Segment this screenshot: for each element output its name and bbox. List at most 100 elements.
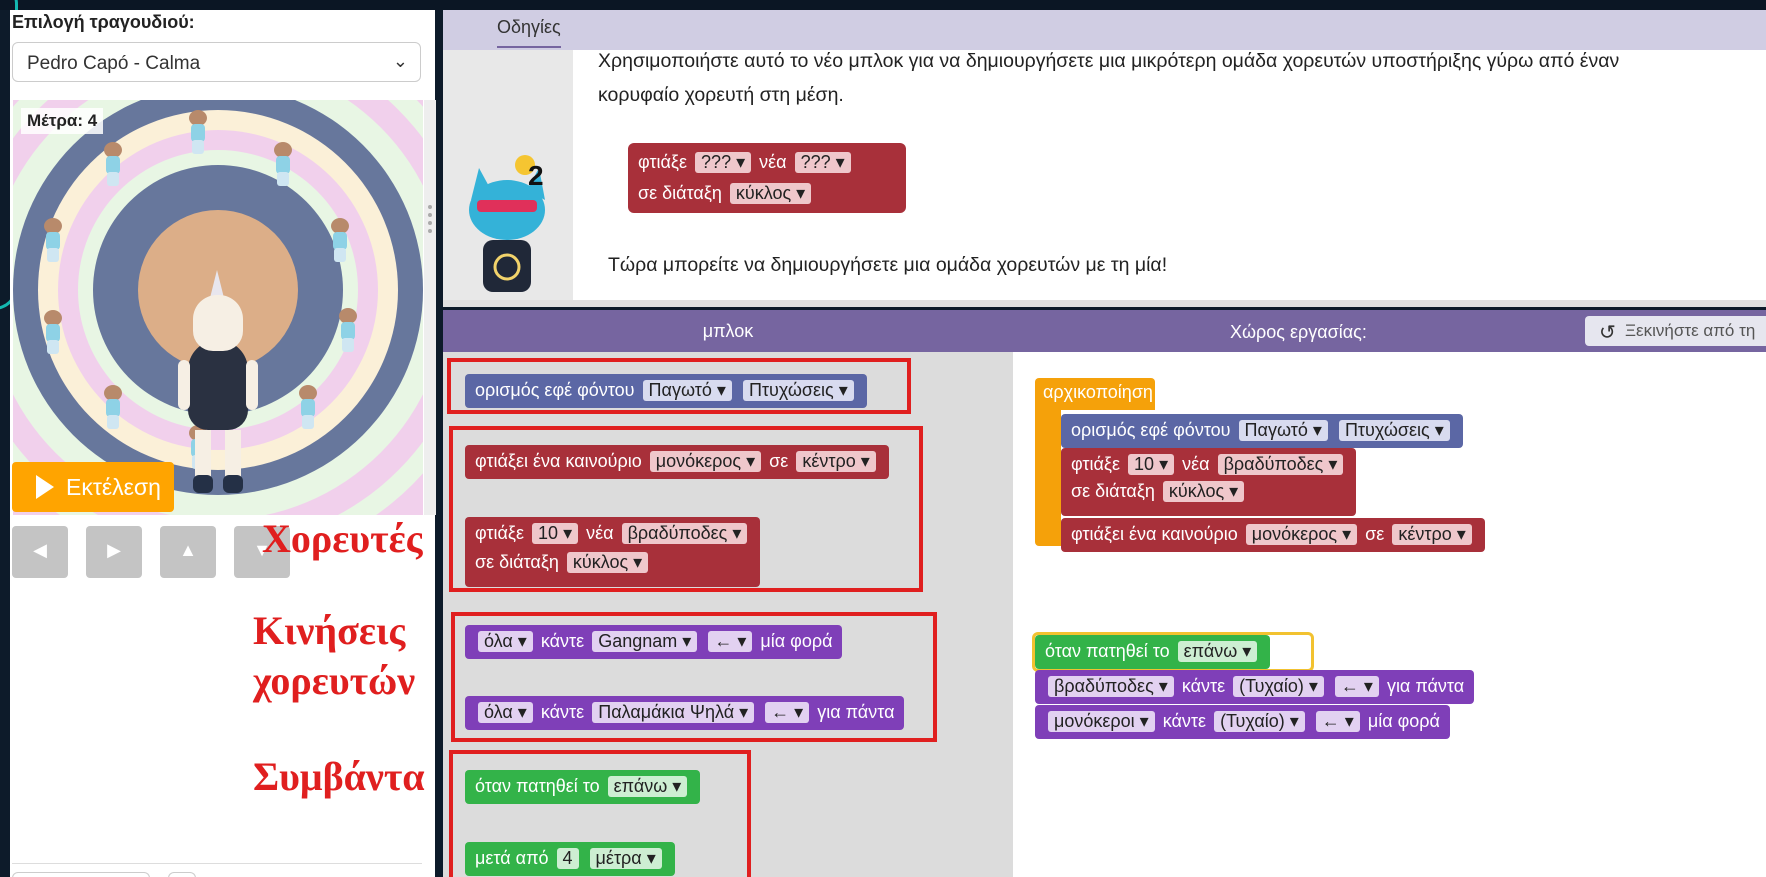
sloth-dancer [38, 218, 68, 264]
ws-block-unicorns-move[interactable]: μονόκεροι ▾ κάντε (Τυχαίο) ▾ ← ▾ μία φορ… [1035, 705, 1450, 739]
block-label: ορισμός εφέ φόντου [1071, 420, 1231, 440]
block-label: σε διάταξη [1071, 481, 1155, 501]
block-label: όταν πατηθεί το [1045, 641, 1170, 661]
example-make-label: φτιάξε [638, 152, 688, 172]
sloth-dancer [293, 385, 323, 431]
resize-handle[interactable] [428, 205, 432, 233]
block-dropdown[interactable]: μονόκερος ▾ [1245, 524, 1358, 545]
measure-counter: Μέτρα: 4 [21, 108, 104, 134]
song-label: Επιλογή τραγουδιού: [12, 12, 195, 32]
annotation-moves-line-2: χορευτών [253, 658, 416, 703]
block-dropdown[interactable]: (Τυχαίο) ▾ [1233, 676, 1324, 697]
highlight-box [451, 612, 937, 742]
unicorn-dancer-body [188, 340, 248, 430]
tab-instructions[interactable]: Οδηγίες [497, 17, 561, 48]
right-arrow-button[interactable]: ▶ [86, 526, 142, 578]
run-button-label: Εκτέλεση [66, 474, 161, 500]
ws-block-when-pressed[interactable]: όταν πατηθεί το επάνω ▾ [1035, 635, 1271, 669]
annotation-dancers: Χορευτές [262, 516, 423, 561]
reset-button[interactable]: ↺ Ξεκινήστε από τη [1585, 316, 1766, 346]
block-dropdown[interactable]: 10 ▾ [1128, 454, 1175, 475]
play-icon [36, 475, 54, 499]
block-dropdown[interactable]: επάνω ▾ [1177, 641, 1258, 662]
block-label: φτιάξει ένα καινούριο [1071, 524, 1238, 544]
block-dropdown[interactable]: ← ▾ [1315, 711, 1360, 732]
run-button[interactable]: Εκτέλεση [12, 462, 174, 512]
example-circle-dropdown[interactable]: κύκλος ▾ [729, 183, 812, 204]
instructions-text-2: Τώρα μπορείτε να δημιουργήσετε μια ομάδα… [608, 254, 1168, 276]
bottom-control[interactable] [168, 872, 196, 877]
sloth-dancer [98, 142, 128, 188]
toolbox: ορισμός εφέ φόντου Παγωτό ▾ Πτυχώσεις ▾ … [443, 352, 1013, 877]
block-dropdown[interactable]: μονόκεροι ▾ [1048, 711, 1155, 732]
dance-stage: Μέτρα: 4 [13, 100, 423, 515]
example-layout-label: σε διάταξη [638, 183, 722, 203]
up-arrow-button[interactable]: ▲ [160, 526, 216, 578]
unicorn-dancer-arm [246, 360, 258, 410]
highlight-box [449, 426, 923, 592]
sloth-dancer [325, 218, 355, 264]
bottom-control[interactable] [12, 872, 150, 877]
unicorn-dancer-leg [195, 430, 211, 478]
unicorn-dancer-foot [193, 475, 213, 493]
block-dropdown[interactable]: κέντρο ▾ [1392, 524, 1472, 545]
song-select[interactable]: Pedro Capó - Calma ⌄ [12, 42, 421, 82]
block-dropdown[interactable]: κύκλος ▾ [1162, 481, 1245, 502]
unicorn-dancer-leg [225, 430, 241, 478]
ws-block-bg-effect[interactable]: ορισμός εφέ φόντου Παγωτό ▾ Πτυχώσεις ▾ [1061, 414, 1463, 448]
workspace-title: Χώρος εργασίας: [1230, 322, 1367, 342]
stage-resize-gutter [424, 100, 436, 515]
block-label: νέα [1182, 454, 1210, 474]
left-panel: Επιλογή τραγουδιού: Pedro Capó - Calma ⌄ [10, 10, 436, 877]
resize-handle[interactable] [443, 300, 1766, 307]
sloth-dancer [38, 310, 68, 356]
reset-icon: ↺ [1599, 322, 1616, 344]
window-frame [0, 0, 1766, 10]
example-new-label: νέα [759, 152, 787, 172]
reset-button-label: Ξεκινήστε από τη [1625, 321, 1756, 340]
annotation-events: Συμβάντα [253, 754, 425, 799]
cat-avatar-icon [469, 155, 545, 292]
block-label: φτιάξε [1071, 454, 1121, 474]
block-label: μία φορά [1367, 711, 1440, 731]
instructions-text-line-2: κορυφαίο χορευτή στη μέση. [598, 84, 844, 106]
unicorn-dancer-arm [178, 360, 190, 410]
block-label: σε [1365, 524, 1385, 544]
instructions-panel: Οδηγίες 2 Χρησιμοποιήστε αυτό το νέο μπλ… [443, 10, 1766, 307]
workspace-header: Χώρος εργασίας: ↺ Ξεκινήστε από τη [1013, 310, 1766, 352]
ws-block-make-many[interactable]: φτιάξε 10 ▾ νέα βραδύποδες ▾ σε διάταξη … [1061, 448, 1357, 516]
left-arrow-button[interactable]: ◀ [12, 526, 68, 578]
sloth-dancer [98, 385, 128, 431]
block-dropdown[interactable]: βραδύποδες ▾ [1048, 676, 1174, 697]
sloth-dancer [183, 110, 213, 156]
avatar-area [443, 50, 573, 307]
unicorn-dancer-foot [223, 475, 243, 493]
unicorn-dancer-horn [210, 270, 224, 298]
divider [12, 863, 422, 864]
blocks-header: μπλοκ [443, 310, 1013, 352]
block-dropdown[interactable]: Παγωτό ▾ [1238, 420, 1328, 441]
chevron-down-icon: ⌄ [392, 51, 408, 71]
ws-block-make-one[interactable]: φτιάξει ένα καινούριο μονόκερος ▾ σε κέν… [1061, 518, 1485, 552]
song-selected-value: Pedro Capó - Calma [27, 53, 201, 74]
example-q1-dropdown[interactable]: ??? ▾ [695, 152, 752, 173]
right-arrow-icon: ▶ [107, 540, 121, 560]
sloth-dancer [268, 142, 298, 188]
block-label: για πάντα [1386, 676, 1465, 696]
block-dropdown[interactable]: βραδύποδες ▾ [1217, 454, 1344, 475]
annotation-moves-line-1: Κινήσεις [253, 608, 406, 653]
block-dropdown[interactable]: ← ▾ [1334, 676, 1379, 697]
up-arrow-icon: ▲ [179, 540, 197, 560]
highlight-box [447, 358, 911, 414]
example-q2-dropdown[interactable]: ??? ▾ [794, 152, 851, 173]
block-label: αρχικοποίηση [1043, 382, 1153, 402]
block-dropdown[interactable]: (Τυχαίο) ▾ [1214, 711, 1305, 732]
block-label: κάντε [1181, 676, 1226, 696]
workspace: αρχικοποίηση ορισμός εφέ φόντου Παγωτό ▾… [1013, 352, 1766, 877]
highlight-box [449, 750, 751, 877]
ws-block-sloths-move[interactable]: βραδύποδες ▾ κάντε (Τυχαίο) ▾ ← ▾ για πά… [1035, 670, 1475, 704]
instructions-text-line-1: Χρησιμοποιήστε αυτό το νέο μπλοκ για να … [598, 50, 1620, 72]
left-arrow-icon: ◀ [33, 540, 47, 560]
block-dropdown[interactable]: Πτυχώσεις ▾ [1338, 420, 1450, 441]
hint-count[interactable]: 2 [528, 160, 544, 192]
